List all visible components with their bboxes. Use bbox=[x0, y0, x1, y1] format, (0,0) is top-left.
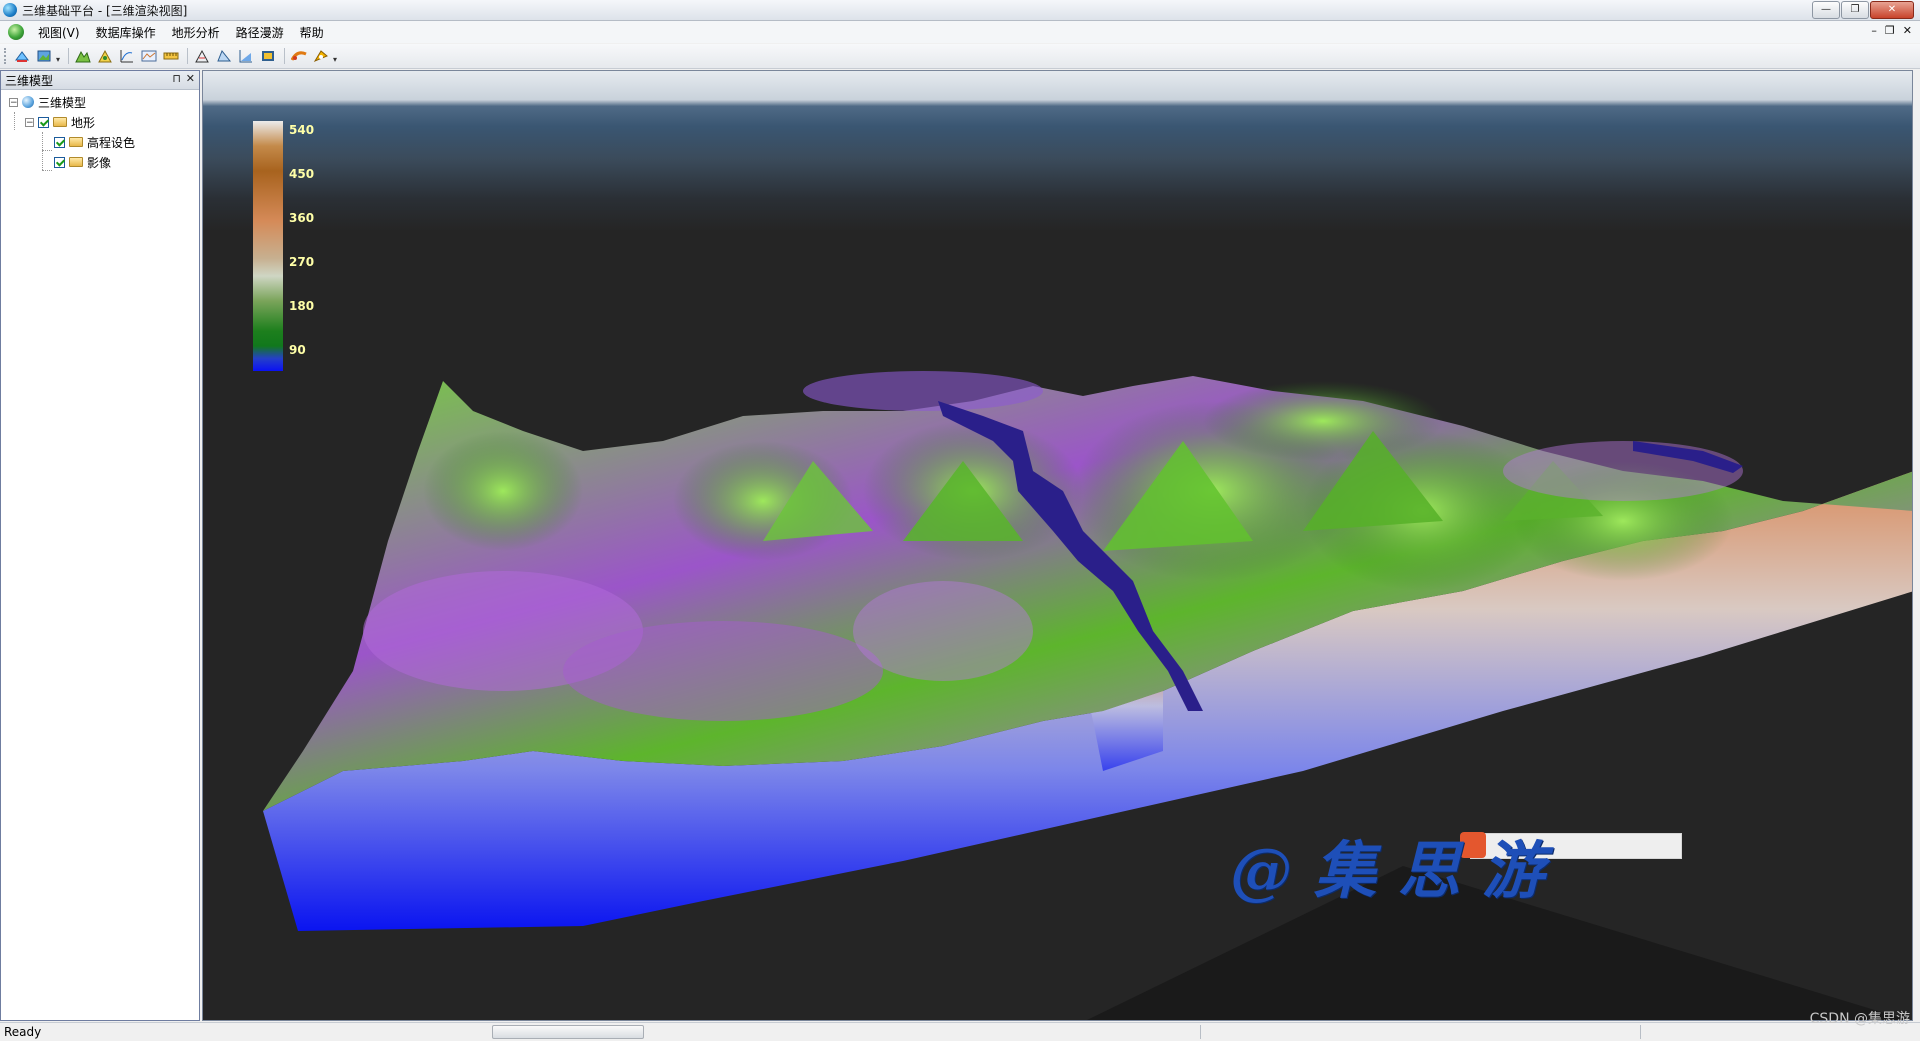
profile-icon[interactable] bbox=[139, 46, 159, 66]
csdn-watermark: CSDN @集思游 bbox=[1809, 1011, 1910, 1027]
toolbar-separator bbox=[187, 48, 188, 64]
toolbar-dropdown-icon[interactable]: ▾ bbox=[56, 48, 64, 64]
terrain-scene[interactable] bbox=[203, 71, 1913, 1021]
mdi-controls: – ❐ ✕ bbox=[1871, 24, 1912, 37]
legend-label: 270 bbox=[289, 255, 315, 269]
window-title: 三维基础平台 - [三维渲染视图] bbox=[22, 3, 188, 18]
status-divider bbox=[1200, 1025, 1201, 1039]
elevation-legend: 540 450 360 270 180 90 bbox=[253, 121, 343, 371]
measure-icon[interactable] bbox=[161, 46, 181, 66]
legend-color-ramp bbox=[253, 121, 283, 371]
flight-path-icon[interactable] bbox=[289, 46, 309, 66]
mdi-close-button[interactable]: ✕ bbox=[1903, 24, 1912, 37]
volume-icon[interactable] bbox=[236, 46, 256, 66]
collapse-icon[interactable]: − bbox=[25, 117, 34, 127]
minimize-button[interactable]: — bbox=[1812, 1, 1840, 19]
restore-button[interactable]: ❐ bbox=[1841, 1, 1869, 19]
layer-icon bbox=[69, 137, 83, 147]
slope-analysis-icon[interactable] bbox=[73, 46, 93, 66]
app-icon bbox=[3, 3, 17, 17]
tree-node-imagery[interactable]: 影像 bbox=[1, 152, 199, 172]
globe-icon bbox=[22, 96, 34, 108]
tree-node-label: 影像 bbox=[87, 155, 112, 170]
toolbar-dropdown-icon[interactable]: ▾ bbox=[333, 48, 341, 64]
status-divider bbox=[1640, 1025, 1641, 1039]
collapse-icon[interactable]: − bbox=[9, 97, 18, 107]
panel-title: 三维模型 bbox=[5, 73, 54, 88]
toolbar: ▾ ▾ bbox=[0, 44, 1920, 69]
title-bar: 三维基础平台 - [三维渲染视图] — ❐ ✕ bbox=[0, 0, 1920, 21]
model-panel: 三维模型 ⊓ ✕ − 三维模型 − 地形 高程设色 影像 bbox=[0, 70, 200, 1021]
panel-header: 三维模型 ⊓ ✕ bbox=[1, 71, 199, 90]
menu-terrain-analysis[interactable]: 地形分析 bbox=[164, 22, 228, 43]
export-icon[interactable] bbox=[258, 46, 278, 66]
tree-node-root[interactable]: − 三维模型 bbox=[1, 92, 199, 112]
status-text: Ready bbox=[4, 1025, 42, 1039]
contour-icon[interactable] bbox=[117, 46, 137, 66]
toolbar-separator bbox=[68, 48, 69, 64]
legend-label: 540 bbox=[289, 123, 315, 137]
window-controls: — ❐ ✕ bbox=[1811, 1, 1914, 19]
legend-label: 90 bbox=[289, 343, 306, 357]
mdi-restore-button[interactable]: ❐ bbox=[1885, 24, 1895, 37]
pin-icon[interactable]: ⊓ bbox=[172, 72, 181, 85]
menu-path-roaming[interactable]: 路径漫游 bbox=[228, 22, 292, 43]
tree-node-label: 高程设色 bbox=[87, 135, 136, 150]
layer-checkbox[interactable] bbox=[38, 116, 49, 128]
layer-icon bbox=[69, 157, 83, 167]
legend-label: 450 bbox=[289, 167, 315, 181]
tree-node-elevation-color[interactable]: 高程设色 bbox=[1, 132, 199, 152]
aspect-analysis-icon[interactable] bbox=[95, 46, 115, 66]
layer-checkbox[interactable] bbox=[54, 156, 65, 168]
close-button[interactable]: ✕ bbox=[1870, 1, 1914, 19]
tree-node-label: 三维模型 bbox=[38, 95, 87, 110]
menu-view[interactable]: 视图(V) bbox=[30, 22, 88, 43]
panel-close-icon[interactable]: ✕ bbox=[186, 72, 195, 85]
globe-app-icon[interactable] bbox=[8, 24, 24, 40]
cut-fill-icon[interactable] bbox=[192, 46, 212, 66]
legend-label: 360 bbox=[289, 211, 315, 225]
application-window: 三维基础平台 - [三维渲染视图] — ❐ ✕ 视图(V) 数据库操作 地形分析… bbox=[0, 0, 1920, 1041]
legend-label: 180 bbox=[289, 299, 315, 313]
toolbar-grip[interactable] bbox=[4, 48, 9, 64]
render-viewport[interactable]: 540 450 360 270 180 90 bbox=[202, 70, 1913, 1021]
mdi-minimize-button[interactable]: – bbox=[1871, 24, 1877, 37]
status-bar: Ready bbox=[0, 1022, 1920, 1041]
watermark-text: @集思游 bbox=[1230, 834, 1567, 907]
folder-icon bbox=[53, 117, 67, 127]
tree-node-terrain[interactable]: − 地形 bbox=[1, 112, 199, 132]
horizontal-scrollbar[interactable] bbox=[492, 1025, 644, 1039]
menu-database[interactable]: 数据库操作 bbox=[88, 22, 164, 43]
camera-icon[interactable] bbox=[311, 46, 331, 66]
tree-node-label: 地形 bbox=[71, 115, 96, 130]
layer-checkbox[interactable] bbox=[54, 136, 65, 148]
terrain-import-icon[interactable] bbox=[34, 46, 54, 66]
toolbar-separator bbox=[284, 48, 285, 64]
layer-tree: − 三维模型 − 地形 高程设色 影像 bbox=[1, 90, 199, 172]
menu-help[interactable]: 帮助 bbox=[292, 22, 332, 43]
visibility-icon[interactable] bbox=[214, 46, 234, 66]
layer-tools-icon[interactable] bbox=[12, 46, 32, 66]
menu-bar: 视图(V) 数据库操作 地形分析 路径漫游 帮助 – ❐ ✕ bbox=[0, 21, 1920, 43]
